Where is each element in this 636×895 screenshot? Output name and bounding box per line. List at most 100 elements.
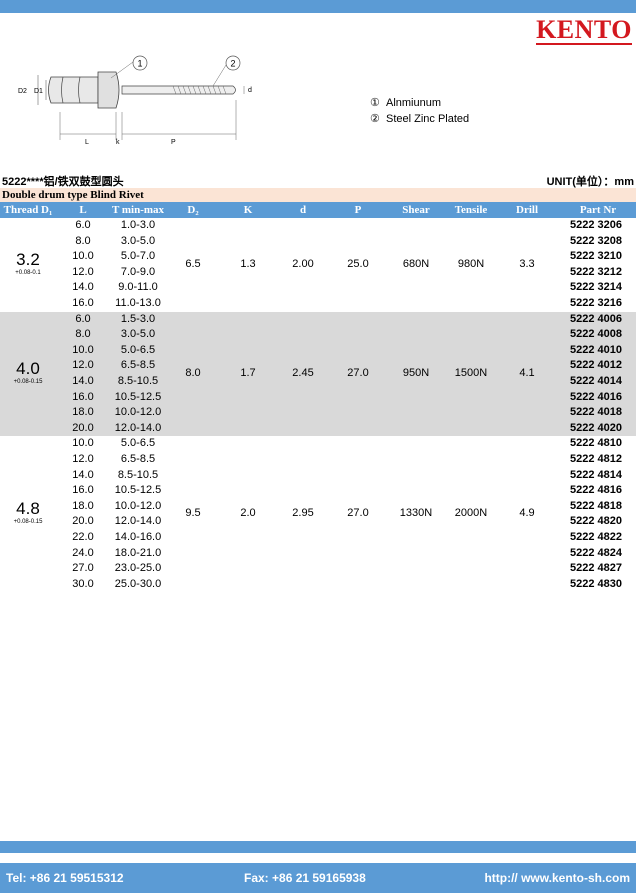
- cell-part-number: 5222 4816: [570, 484, 622, 497]
- cell-t: 8.5-10.5: [117, 468, 159, 481]
- brand-logo: KENTO: [536, 15, 632, 45]
- spec-d: 2.95: [292, 507, 314, 520]
- col-part: Part Nr: [579, 204, 617, 216]
- cell-part-number: 5222 3216: [570, 296, 622, 309]
- spec-shear: 1330N: [399, 507, 433, 520]
- thread-group: 6.0 1.0-3.0 5222 3206 8.0 3.0-5.0 5222 3208 10…: [0, 218, 636, 312]
- spec-tensile: 1500N: [454, 366, 488, 379]
- cell-t: 1.5-3.0: [120, 312, 156, 325]
- col-l: L: [79, 204, 87, 216]
- col-d2: D₂: [187, 204, 199, 216]
- cell-part-number: 5222 4830: [570, 577, 622, 590]
- col-tensile: Tensile: [454, 204, 488, 216]
- cell-l: 8.0: [75, 234, 91, 247]
- cell-t: 10.0-12.0: [114, 406, 162, 419]
- cell-part-number: 5222 4012: [570, 359, 622, 372]
- table-row: 27.0 23.0-25.0 5222 4827: [0, 561, 636, 577]
- cell-t: 6.5-8.5: [120, 359, 156, 372]
- footer-band: Tel: +86 21 59515312 Fax: +86 21 5916593…: [0, 863, 636, 893]
- cell-t: 23.0-25.0: [114, 562, 162, 575]
- cell-t: 10.0-12.0: [114, 499, 162, 512]
- table-row: 6.0 1.0-3.0 5222 3206: [0, 218, 636, 234]
- col-t: T min-max: [111, 204, 165, 216]
- label-d2: D2: [18, 88, 27, 95]
- cell-part-number: 5222 3206: [570, 219, 622, 231]
- cell-part-number: 5222 4812: [570, 452, 622, 465]
- spec-k: 1.3: [240, 257, 256, 270]
- thread-tolerance: +0.08-0.15: [13, 519, 43, 526]
- cell-part-number: 5222 4010: [570, 343, 622, 356]
- thread-tolerance: +0.08-0.15: [13, 378, 43, 385]
- cell-l: 24.0: [72, 546, 94, 559]
- col-d: d: [299, 204, 307, 216]
- spec-d2: 9.5: [185, 507, 201, 520]
- table-row: 24.0 18.0-21.0 5222 4824: [0, 546, 636, 562]
- cell-part-number: 5222 3210: [570, 250, 622, 263]
- spec-p: 25.0: [347, 257, 369, 270]
- spec-p: 27.0: [347, 507, 369, 520]
- cell-t: 3.0-5.0: [120, 328, 156, 341]
- spec-drill: 4.9: [519, 507, 535, 520]
- cell-l: 10.0: [72, 343, 94, 356]
- unit-label: UNIT(单位）：mm: [546, 176, 634, 188]
- cell-l: 8.0: [75, 328, 91, 341]
- table-row: 16.0 10.5-12.5 5222 4816: [0, 483, 636, 499]
- cell-l: 16.0: [72, 296, 94, 309]
- cell-part-number: 5222 4020: [570, 421, 622, 434]
- cell-l: 14.0: [72, 468, 94, 481]
- cell-l: 16.0: [72, 484, 94, 497]
- cell-t: 7.0-9.0: [120, 265, 156, 278]
- cell-part-number: 5222 4814: [570, 468, 622, 481]
- thread-value: 3.2: [16, 249, 40, 269]
- table-row: 8.0 3.0-5.0 5222 4008: [0, 327, 636, 343]
- cell-part-number: 5222 3208: [570, 234, 622, 247]
- spec-d: 2.45: [292, 366, 314, 379]
- spec-d: 2.00: [292, 257, 314, 270]
- cell-t: 9.0-11.0: [118, 281, 158, 294]
- spec-d2: 6.5: [185, 257, 201, 270]
- col-drill: Drill: [516, 204, 538, 216]
- footer: Tel: +86 21 59515312 Fax: +86 21 5916593…: [0, 841, 636, 895]
- table-row: 10.0 5.0-6.5 5222 4010: [0, 343, 636, 359]
- table-row: 8.0 3.0-5.0 5222 3208: [0, 234, 636, 250]
- cell-t: 12.0-14.0: [114, 421, 162, 434]
- cell-l: 18.0: [72, 406, 94, 419]
- thread-size: 3.2 +0.08-0.1: [0, 249, 56, 277]
- cell-part-number: 5222 4810: [570, 437, 622, 450]
- cell-part-number: 5222 4822: [570, 530, 622, 543]
- cell-t: 12.0-14.0: [114, 515, 162, 528]
- cell-part-number: 5222 4016: [570, 390, 622, 403]
- spec-d2: 8.0: [185, 366, 201, 379]
- spec-drill: 3.3: [519, 257, 535, 270]
- cell-part-number: 5222 4018: [570, 406, 622, 419]
- footer-tel: Tel: +86 21 59515312: [6, 871, 124, 885]
- callout-1: 1: [137, 59, 142, 69]
- col-shear: Shear: [402, 204, 430, 216]
- table-row: 20.0 12.0-14.0 5222 4020: [0, 421, 636, 437]
- cell-part-number: 5222 3214: [570, 281, 622, 294]
- cell-l: 18.0: [72, 499, 94, 512]
- thread-size: 4.8 +0.08-0.15: [0, 500, 56, 526]
- table-row: 30.0 25.0-30.0 5222 4830: [0, 577, 636, 593]
- top-bar: [0, 0, 636, 13]
- footer-line: [0, 841, 636, 853]
- cell-l: 16.0: [72, 390, 94, 403]
- thread-group: 6.0 1.5-3.0 5222 4006 8.0 3.0-5.0 5222 4008 10…: [0, 311, 636, 437]
- cell-t: 14.0-16.0: [114, 530, 162, 543]
- label-k: k: [116, 139, 120, 146]
- cell-l: 27.0: [72, 562, 94, 575]
- cell-t: 8.5-10.5: [117, 374, 159, 387]
- cell-l: 22.0: [72, 530, 94, 543]
- footer-web: http:// www.kento-sh.com: [484, 871, 630, 885]
- cell-t: 25.0-30.0: [114, 577, 162, 590]
- spec-k: 2.0: [240, 507, 256, 520]
- cell-t: 18.0-21.0: [114, 546, 162, 559]
- table-row: 16.0 10.5-12.5 5222 4016: [0, 390, 636, 406]
- spec-shear: 680N: [402, 257, 430, 270]
- cell-l: 6.0: [75, 219, 91, 231]
- cell-t: 3.0-5.0: [120, 234, 156, 247]
- table-row: 12.0 6.5-8.5 5222 4812: [0, 452, 636, 468]
- product-title: 5222****铝/铁双鼓型圆头: [2, 176, 124, 188]
- cell-part-number: 5222 4014: [570, 374, 622, 387]
- cell-t: 6.5-8.5: [120, 452, 156, 465]
